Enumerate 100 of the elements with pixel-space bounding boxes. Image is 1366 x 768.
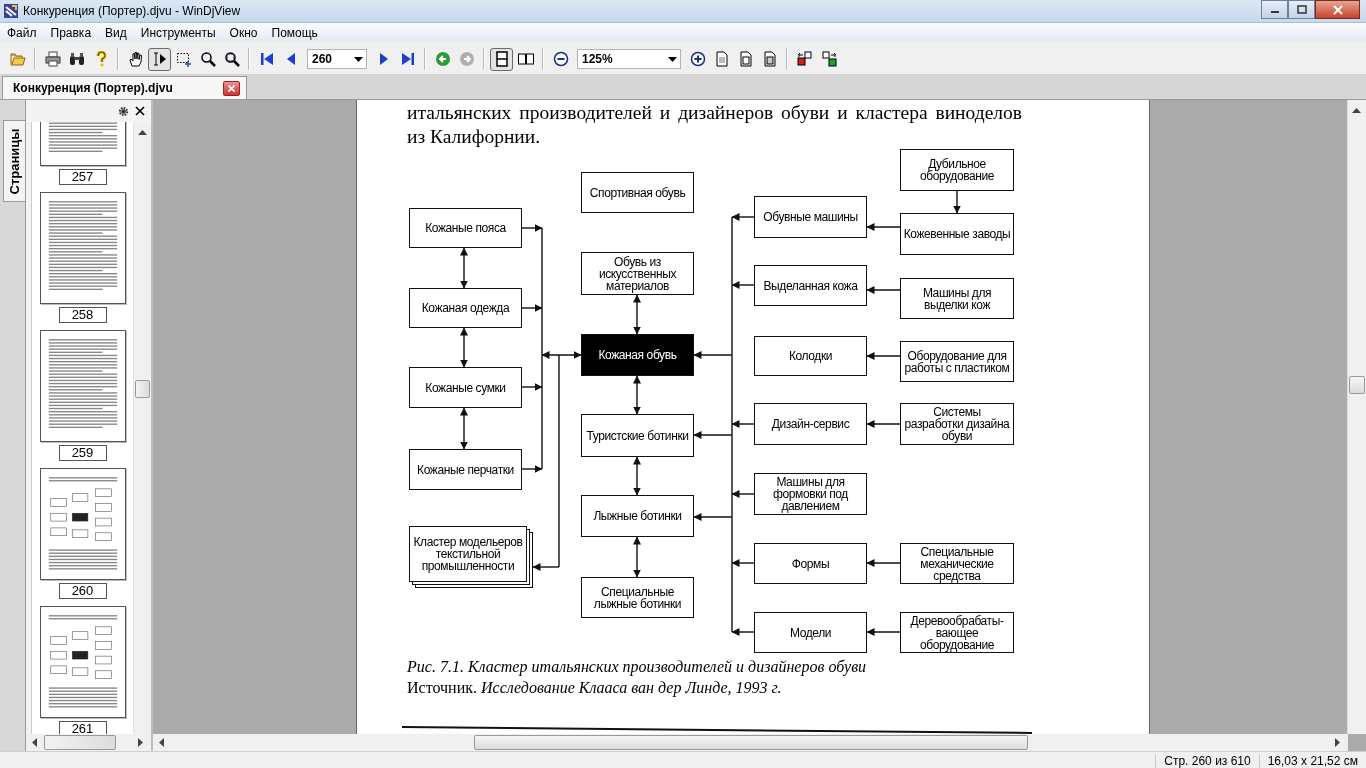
window-title: Конкуренция (Портер).djvu - WinDjView <box>23 4 241 18</box>
double-arrow <box>633 375 641 415</box>
magnifier-rectangle-icon <box>223 51 240 67</box>
zoom-in-icon <box>689 51 706 67</box>
diagram-node: Специальные лыжные ботинки <box>581 577 694 618</box>
figure-source: Источник. Исследование Клааса ван дер Линде, 1993 г. <box>407 679 782 697</box>
scrollbar-thumb[interactable] <box>135 380 150 398</box>
diagram-node: Оборудование для работы с пластиком <box>900 341 1014 382</box>
close-button[interactable] <box>1315 0 1360 19</box>
page-number-label: 261 <box>58 721 107 734</box>
page-number-label: 260 <box>58 583 107 599</box>
scrollbar-thumb[interactable] <box>1349 376 1365 394</box>
double-arrow <box>460 407 468 450</box>
scroll-up-icon[interactable] <box>138 130 147 135</box>
page-filled-icon <box>761 51 778 67</box>
document-tab[interactable]: Конкуренция (Портер).djvu <box>2 76 247 99</box>
page-thumbnail[interactable] <box>39 606 126 718</box>
maximize-button[interactable] <box>1288 0 1315 19</box>
diagram-node: Формы <box>754 543 867 584</box>
diagram-node: Спортивная обувь <box>581 172 694 213</box>
arrow <box>731 559 755 567</box>
single-page-button[interactable] <box>490 47 513 71</box>
diagram-node: Машины для формовки под давлением <box>754 473 867 515</box>
arrow <box>521 224 543 232</box>
two-pages-icon <box>517 51 534 67</box>
minimize-button[interactable] <box>1261 0 1288 19</box>
page-number-combo[interactable]: 260 <box>307 49 367 69</box>
close-icon[interactable] <box>135 106 145 116</box>
page-thumbnail[interactable] <box>39 468 126 580</box>
first-page-icon <box>258 51 275 67</box>
body-text: итальянских производителей и дизайнеров обуви и кластера виноделов <box>407 102 1022 124</box>
arrow <box>521 383 543 391</box>
diagram-node: Дизайн-сервис <box>754 403 867 445</box>
arrow <box>731 420 755 428</box>
double-arrow <box>633 294 641 335</box>
menu-item[interactable]: Правка <box>43 25 99 40</box>
diagram-node: Кожаная одежда <box>409 288 522 328</box>
scroll-left-icon[interactable] <box>159 738 164 747</box>
scroll-up-icon[interactable] <box>1352 108 1361 113</box>
arrow <box>521 304 543 312</box>
arrow <box>731 281 755 289</box>
page-number-label: 257 <box>58 169 107 185</box>
diagram-node: Модели <box>754 612 867 653</box>
diagram-node: Системы разработки дизайна обуви <box>900 403 1014 445</box>
back-icon <box>434 51 451 67</box>
diagram-node: Машины для выделки кож <box>900 278 1014 319</box>
arrow <box>866 352 901 360</box>
scroll-right-icon[interactable] <box>138 738 143 747</box>
menu-item[interactable]: Файл <box>0 25 44 40</box>
binoculars-icon <box>68 51 85 67</box>
gear-icon[interactable] <box>118 105 129 117</box>
arrow <box>731 628 755 636</box>
status-text: 16,03 x 21,52 см <box>1258 754 1366 768</box>
arrow <box>866 420 901 428</box>
scroll-left-icon[interactable] <box>32 738 37 747</box>
scrollbar-thumb[interactable] <box>44 735 116 750</box>
arrow <box>731 490 755 498</box>
page-icon <box>713 51 730 67</box>
magnifier-icon <box>199 51 216 67</box>
text-cursor-icon <box>151 51 168 67</box>
menu-item[interactable]: Инструменты <box>133 25 223 40</box>
forward-icon <box>458 51 475 67</box>
dashed-rectangle-icon <box>175 51 192 67</box>
maximize-icon <box>1296 5 1307 14</box>
menu-item[interactable]: Помощь <box>264 25 325 40</box>
single-page-icon <box>493 51 510 67</box>
rotate-left-icon <box>796 51 813 67</box>
menu-item[interactable]: Вид <box>98 25 134 40</box>
arrow <box>866 286 901 294</box>
rotate-right-icon <box>820 51 837 67</box>
scroll-right-icon[interactable] <box>1335 738 1340 747</box>
page-number-label: 258 <box>58 307 107 323</box>
pages-tab[interactable]: Страницы <box>3 120 25 202</box>
diagram-node: Кожаные перчатки <box>409 449 522 490</box>
diagram-node: Кожаные пояса <box>409 208 522 248</box>
menu-item[interactable]: Окно <box>222 25 265 40</box>
arrow <box>693 351 733 359</box>
scrollbar-thumb[interactable] <box>474 735 1028 750</box>
close-icon <box>1331 4 1344 15</box>
folder-icon <box>9 51 26 67</box>
diagram-node: Туристские ботинки <box>581 414 694 457</box>
zoom-combo[interactable]: 125% <box>577 49 681 69</box>
diagram-node: Обувь из искусственных материалов <box>581 252 694 295</box>
double-arrow <box>633 536 641 578</box>
printer-icon <box>44 51 61 67</box>
zoom-out-icon <box>552 51 569 67</box>
diagram-node: Специальные механические средства <box>900 543 1014 584</box>
diagram-node: Кожевенные заводы <box>900 213 1014 255</box>
caret-icon <box>354 56 363 62</box>
arrow <box>866 628 901 636</box>
page-thumbnail[interactable] <box>39 192 126 304</box>
page-frame-icon <box>737 51 754 67</box>
text-cursor-button[interactable] <box>148 47 171 71</box>
diagram-node: Кожаные сумки <box>409 367 522 408</box>
page-number-label: 259 <box>58 445 107 461</box>
page-thumbnail[interactable] <box>39 330 126 442</box>
double-arrow <box>460 247 468 289</box>
body-text: из Калифорнии. <box>407 126 542 148</box>
tab-close-button[interactable] <box>222 80 240 96</box>
last-page-icon <box>399 51 416 67</box>
